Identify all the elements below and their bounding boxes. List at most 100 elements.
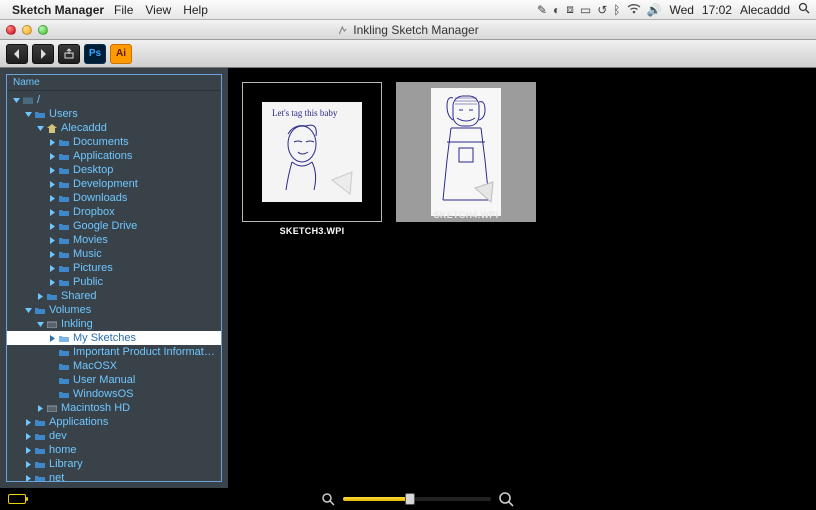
tree-inkling[interactable]: Inkling [7,317,221,331]
folder-icon [57,348,71,356]
bluetooth-status-icon[interactable]: ᛒ [613,3,620,17]
tree-windowsos[interactable]: WindowsOS [7,387,221,401]
battery-indicator-icon [8,494,26,504]
window-title-text: Inkling Sketch Manager [353,23,478,37]
disclosure-right-icon [49,167,56,174]
folder-icon [57,334,71,342]
disclosure-right-icon [49,195,56,202]
zoom-out-button[interactable] [320,491,336,507]
tree-music[interactable]: Music [7,247,221,261]
folder-icon [57,166,71,174]
menubar-time[interactable]: 17:02 [702,3,732,17]
folder-icon [33,306,47,314]
tree-movies[interactable]: Movies [7,233,221,247]
tree-label: / [37,94,217,106]
window-title: Inkling Sketch Manager [337,23,478,37]
magnifier-minus-icon [322,493,335,506]
disclosure-right-icon [25,475,32,482]
folder-icon [33,418,47,426]
tree-label: Desktop [73,164,217,176]
tree-label: Alecaddd [61,122,217,134]
tree-label: My Sketches [73,332,217,344]
zoom-in-button[interactable] [498,491,514,507]
sketch-drawing-icon: Let's tag this baby [264,104,360,200]
minimize-window-button[interactable] [22,25,32,35]
drive-icon [21,96,35,104]
menubar-day[interactable]: Wed [669,3,693,17]
disclosure-down-icon [37,321,44,328]
volume-icon [45,404,59,412]
tree-users[interactable]: Users [7,107,221,121]
tree-label: Dropbox [73,206,217,218]
tree-documents[interactable]: Documents [7,135,221,149]
tree-applications-user[interactable]: Applications [7,149,221,163]
tree-my-sketches[interactable]: My Sketches [7,331,221,345]
tree-macosx[interactable]: MacOSX [7,359,221,373]
menu-view[interactable]: View [145,3,171,17]
tree-public[interactable]: Public [7,275,221,289]
tree-shared[interactable]: Shared [7,289,221,303]
volume-status-icon[interactable]: 🔊 [647,3,662,17]
close-window-button[interactable] [6,25,16,35]
sketch-preview [431,88,501,216]
slider-fill [343,497,410,501]
sidebar-header-name[interactable]: Name [7,75,221,91]
export-photoshop-button[interactable]: Ps [84,44,106,64]
sketch-thumbnail[interactable]: SKETCH4.WPI [396,82,536,222]
slider-handle[interactable] [405,493,415,505]
disclosure-right-icon [49,181,56,188]
tree-user-manual[interactable]: User Manual [7,373,221,387]
dropbox-status-icon[interactable]: ⧈ [566,2,574,17]
sync-status-icon[interactable]: ↺ [597,3,607,17]
tree-label: Applications [49,416,217,428]
macos-menubar: Sketch Manager File View Help ✎ ◐ ⧈ ▭ ↺ … [0,0,816,20]
tree-pictures[interactable]: Pictures [7,261,221,275]
menu-file[interactable]: File [114,3,133,17]
thumbnail-caption: SKETCH4.WPI [396,210,536,220]
volume-icon [45,320,59,328]
sketch-thumbnail[interactable]: Let's tag this baby SKETCH3.WPI [242,82,382,236]
export-button[interactable] [58,44,80,64]
spotlight-icon[interactable] [798,2,810,17]
tree-label: Important Product Information [73,346,217,358]
tree-google-drive[interactable]: Google Drive [7,219,221,233]
folder-icon [57,390,71,398]
sketch-script-text: Let's tag this baby [272,108,338,118]
tree-library[interactable]: Library [7,457,221,471]
tree-label: Movies [73,234,217,246]
tree-label: Documents [73,136,217,148]
tree-downloads[interactable]: Downloads [7,191,221,205]
tree-alecaddd[interactable]: Alecaddd [7,121,221,135]
menubar-user[interactable]: Alecaddd [740,3,790,17]
tree-applications[interactable]: Applications [7,415,221,429]
folder-icon [57,278,71,286]
forward-button[interactable] [32,44,54,64]
tree-macintosh-hd[interactable]: Macintosh HD [7,401,221,415]
tree-home[interactable]: home [7,443,221,457]
wacom-status-icon[interactable]: ✎ [537,3,547,17]
tree-net[interactable]: net [7,471,221,482]
tree-volumes[interactable]: Volumes [7,303,221,317]
tree-label: Volumes [49,304,217,316]
export-illustrator-button[interactable]: Ai [110,44,132,64]
display-status-icon[interactable]: ▭ [580,3,591,17]
tree-desktop[interactable]: Desktop [7,163,221,177]
wifi-status-icon[interactable] [627,3,641,17]
tree-important-product-info[interactable]: Important Product Information [7,345,221,359]
folder-icon [57,194,71,202]
menu-help[interactable]: Help [183,3,208,17]
tree-development[interactable]: Development [7,177,221,191]
tree-root[interactable]: / [7,93,221,107]
chevron-left-icon [13,49,21,59]
main-area: Name / Users Alecaddd [0,68,816,488]
magnifier-plus-icon [499,492,514,507]
menubar-app-name[interactable]: Sketch Manager [12,3,104,17]
tree-dev[interactable]: dev [7,429,221,443]
zoom-window-button[interactable] [38,25,48,35]
back-button[interactable] [6,44,28,64]
app-toolbar: Ps Ai [0,40,816,68]
notification-status-icon[interactable]: ◐ [553,3,560,17]
tree-label: Users [49,108,217,120]
zoom-slider[interactable] [342,496,492,502]
tree-dropbox[interactable]: Dropbox [7,205,221,219]
